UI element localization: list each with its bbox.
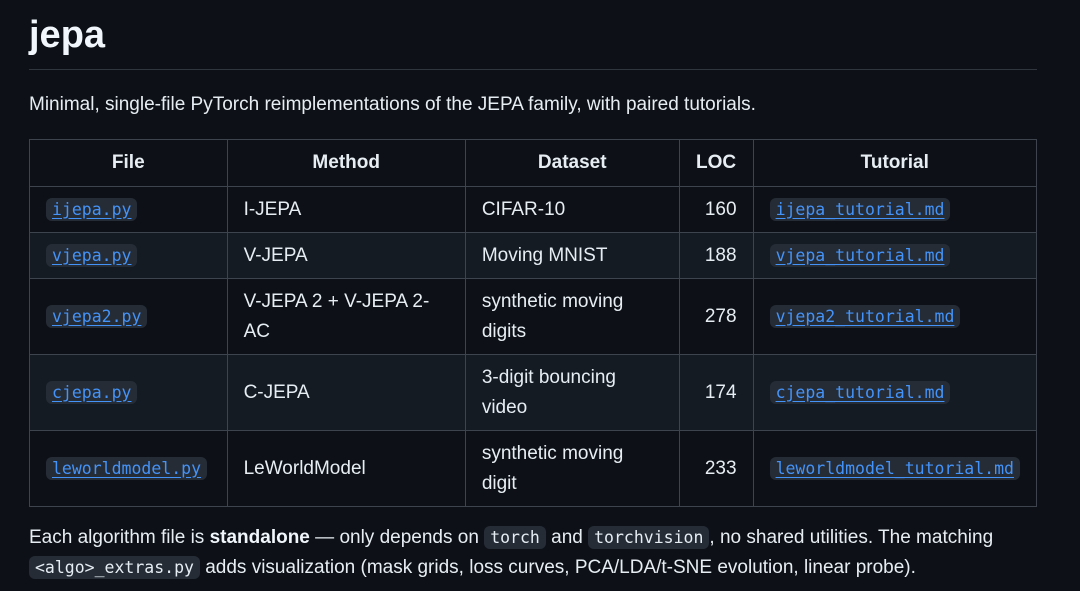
- outro-bold-standalone: standalone: [209, 527, 310, 548]
- loc-cell: 174: [678, 354, 754, 431]
- table-row: ijepa.py I-JEPA CIFAR-10 160 ijepa_tutor…: [29, 186, 1038, 233]
- file-cell: vjepa2.py: [29, 278, 228, 355]
- outro-text: , no shared utilities. The matching: [709, 527, 994, 548]
- file-link[interactable]: cjepa.py: [46, 380, 138, 404]
- loc-cell: 278: [678, 278, 754, 355]
- table-row: vjepa2.py V-JEPA 2 + V-JEPA 2-AC synthet…: [29, 278, 1038, 355]
- method-cell: V-JEPA 2 + V-JEPA 2-AC: [226, 278, 466, 355]
- inline-code-torch: torch: [484, 526, 546, 549]
- readme-content: jepa Minimal, single-file PyTorch reimpl…: [29, 0, 1038, 579]
- outro-text: adds visualization (mask grids, loss cur…: [199, 557, 916, 578]
- table-header-row: File Method Dataset LOC Tutorial: [29, 139, 1038, 187]
- file-link[interactable]: vjepa.py: [46, 243, 138, 267]
- table-row: leworldmodel.py LeWorldModel synthetic m…: [29, 430, 1038, 507]
- outro-text: and: [545, 527, 589, 548]
- loc-cell: 160: [678, 186, 754, 233]
- tutorial-cell: vjepa2_tutorial.md: [752, 278, 1038, 355]
- outro-text: — only depends on: [309, 527, 485, 548]
- tutorial-link[interactable]: leworldmodel_tutorial.md: [769, 456, 1020, 480]
- column-header-loc: LOC: [678, 139, 754, 187]
- file-cell: vjepa.py: [29, 232, 228, 279]
- page-title: jepa: [29, 0, 1037, 70]
- file-link[interactable]: leworldmodel.py: [46, 456, 208, 480]
- tutorial-cell: cjepa_tutorial.md: [752, 354, 1038, 431]
- outro-paragraph: Each algorithm file is standalone — only…: [29, 523, 1044, 583]
- method-cell: LeWorldModel: [226, 430, 466, 507]
- dataset-cell: synthetic moving digits: [464, 278, 680, 355]
- tutorial-link[interactable]: vjepa2_tutorial.md: [769, 304, 961, 328]
- column-header-dataset: Dataset: [464, 139, 680, 187]
- file-cell: cjepa.py: [29, 354, 228, 431]
- tutorial-cell: leworldmodel_tutorial.md: [752, 430, 1038, 507]
- file-cell: ijepa.py: [29, 186, 228, 233]
- table-row: cjepa.py C-JEPA 3-digit bouncing video 1…: [29, 354, 1038, 431]
- tutorial-cell: ijepa_tutorial.md: [752, 186, 1038, 233]
- dataset-cell: synthetic moving digit: [464, 430, 680, 507]
- table-row: vjepa.py V-JEPA Moving MNIST 188 vjepa_t…: [29, 232, 1038, 279]
- tutorial-link[interactable]: cjepa_tutorial.md: [769, 380, 951, 404]
- tutorial-link[interactable]: vjepa_tutorial.md: [769, 243, 951, 267]
- method-cell: V-JEPA: [226, 232, 466, 279]
- file-link[interactable]: vjepa2.py: [46, 304, 148, 328]
- dataset-cell: 3-digit bouncing video: [464, 354, 680, 431]
- implementations-table: File Method Dataset LOC Tutorial ijepa.p…: [29, 139, 1038, 507]
- column-header-file: File: [29, 139, 228, 187]
- dataset-cell: Moving MNIST: [464, 232, 680, 279]
- tutorial-cell: vjepa_tutorial.md: [752, 232, 1038, 279]
- intro-text: Minimal, single-file PyTorch reimplement…: [29, 94, 756, 115]
- method-cell: C-JEPA: [226, 354, 466, 431]
- inline-code-torchvision: torchvision: [588, 526, 710, 549]
- file-cell: leworldmodel.py: [29, 430, 228, 507]
- inline-code-extras: <algo>_extras.py: [29, 556, 200, 579]
- column-header-method: Method: [226, 139, 466, 187]
- dataset-cell: CIFAR-10: [464, 186, 680, 233]
- method-cell: I-JEPA: [226, 186, 466, 233]
- file-link[interactable]: ijepa.py: [46, 197, 138, 221]
- column-header-tutorial: Tutorial: [752, 139, 1038, 187]
- outro-text: Each algorithm file is: [29, 527, 210, 548]
- loc-cell: 233: [678, 430, 754, 507]
- loc-cell: 188: [678, 232, 754, 279]
- tutorial-link[interactable]: ijepa_tutorial.md: [769, 197, 951, 221]
